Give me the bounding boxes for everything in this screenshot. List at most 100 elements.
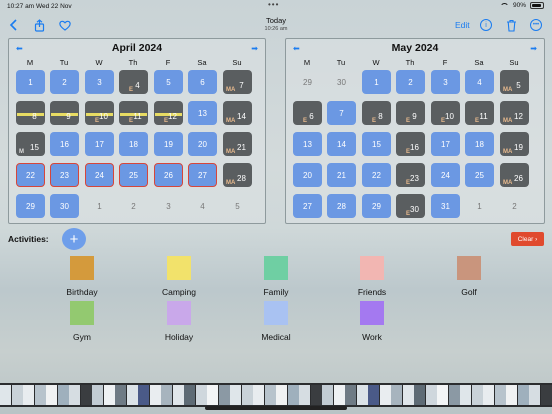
day-cell[interactable]: 5 MA [500, 70, 529, 94]
photo-thumbnail[interactable] [345, 385, 356, 405]
day-cell[interactable]: 14 [327, 132, 356, 156]
day-cell[interactable]: 18 [119, 132, 148, 156]
photo-thumbnail[interactable] [69, 385, 80, 405]
photo-thumbnail[interactable] [161, 385, 172, 405]
day-cell[interactable]: 20 [293, 163, 322, 187]
photo-thumbnail[interactable] [23, 385, 34, 405]
photo-thumbnail[interactable] [195, 385, 207, 405]
day-cell[interactable]: 3 [154, 194, 183, 218]
photo-thumbnail[interactable] [287, 385, 299, 405]
photo-thumbnail[interactable] [138, 385, 149, 405]
day-cell[interactable]: 16 E [396, 132, 425, 156]
day-cell[interactable]: 22 [16, 163, 45, 187]
photo-thumbnail[interactable] [80, 385, 92, 405]
photo-thumbnail[interactable] [448, 385, 460, 405]
photo-thumbnail[interactable] [34, 385, 46, 405]
day-cell[interactable]: 20 [188, 132, 217, 156]
activity-gym[interactable]: Gym [47, 301, 117, 342]
photo-thumbnail[interactable] [529, 385, 540, 405]
day-cell[interactable]: 30 [327, 70, 356, 94]
day-cell[interactable]: 28 MA [223, 163, 252, 187]
day-cell[interactable]: 11 E [465, 101, 494, 125]
trash-icon[interactable] [502, 16, 520, 34]
day-cell[interactable]: 11 E [119, 101, 148, 125]
photo-thumbnail[interactable] [494, 385, 506, 405]
photo-thumbnail[interactable] [184, 385, 195, 405]
photo-thumbnail[interactable] [356, 385, 368, 405]
day-cell[interactable]: 16 [50, 132, 79, 156]
activity-swatch[interactable] [360, 256, 384, 280]
day-cell[interactable]: 1 [362, 70, 391, 94]
day-cell[interactable]: 17 [431, 132, 460, 156]
home-indicator[interactable] [205, 406, 347, 410]
photo-thumbnail[interactable] [264, 385, 276, 405]
activity-swatch[interactable] [457, 256, 481, 280]
photo-thumbnail[interactable] [103, 385, 115, 405]
next-month-arrow-icon[interactable]: ➡ [251, 44, 258, 53]
photo-thumbnail[interactable] [333, 385, 345, 405]
edit-button[interactable]: Edit [455, 20, 470, 30]
photo-thumbnail[interactable] [517, 385, 529, 405]
day-cell[interactable]: 27 [188, 163, 217, 187]
day-cell[interactable]: 3 [85, 70, 114, 94]
photo-thumbnail[interactable] [471, 385, 483, 405]
day-cell[interactable]: 30 [50, 194, 79, 218]
photo-thumbnail-strip[interactable] [0, 383, 552, 407]
day-cell[interactable]: 21 MA [223, 132, 252, 156]
day-cell[interactable]: 28 [327, 194, 356, 218]
info-icon[interactable]: i [477, 16, 495, 34]
photo-thumbnail[interactable] [230, 385, 241, 405]
day-cell[interactable]: 4 [188, 194, 217, 218]
day-cell[interactable]: 13 [293, 132, 322, 156]
photo-thumbnail[interactable] [391, 385, 402, 405]
day-cell[interactable]: 27 [293, 194, 322, 218]
day-cell[interactable]: 2 [500, 194, 529, 218]
photo-thumbnail[interactable] [172, 385, 184, 405]
day-cell[interactable]: 6E [293, 101, 322, 125]
day-cell[interactable]: 29 [293, 70, 322, 94]
day-cell[interactable]: 19 [154, 132, 183, 156]
photo-thumbnail[interactable] [115, 385, 126, 405]
next-month-arrow-icon[interactable]: ➡ [530, 44, 537, 53]
multitasking-dots[interactable]: ••• [268, 0, 279, 9]
day-cell[interactable]: 25 [465, 163, 494, 187]
day-cell[interactable]: 2 [119, 194, 148, 218]
day-cell[interactable]: 10 E [431, 101, 460, 125]
day-cell[interactable]: 8 [16, 101, 45, 125]
day-cell[interactable]: 24 [85, 163, 114, 187]
photo-thumbnail[interactable] [299, 385, 310, 405]
photo-thumbnail[interactable] [425, 385, 437, 405]
day-cell[interactable]: 29 [16, 194, 45, 218]
photo-thumbnail[interactable] [207, 385, 218, 405]
photo-thumbnail[interactable] [414, 385, 425, 405]
day-cell[interactable]: 19 MA [500, 132, 529, 156]
day-cell[interactable]: 3 [431, 70, 460, 94]
activity-medical[interactable]: Medical [241, 301, 311, 342]
activity-birthday[interactable]: Birthday [47, 256, 117, 297]
activity-holiday[interactable]: Holiday [144, 301, 214, 342]
photo-thumbnail[interactable] [460, 385, 471, 405]
day-cell[interactable]: 5 [223, 194, 252, 218]
day-cell[interactable]: 15 M [16, 132, 45, 156]
day-cell[interactable]: 10 E [85, 101, 114, 125]
activity-swatch[interactable] [167, 301, 191, 325]
day-cell[interactable]: 2 [396, 70, 425, 94]
photo-thumbnail[interactable] [57, 385, 69, 405]
day-cell[interactable]: 2 [50, 70, 79, 94]
activity-family[interactable]: Family [241, 256, 311, 297]
activity-golf[interactable]: Golf [434, 256, 504, 297]
day-cell[interactable]: 8E [362, 101, 391, 125]
photo-thumbnail[interactable] [253, 385, 264, 405]
day-cell[interactable]: 31 [431, 194, 460, 218]
photo-thumbnail[interactable] [218, 385, 230, 405]
photo-thumbnail[interactable] [402, 385, 414, 405]
day-cell[interactable]: 7 [327, 101, 356, 125]
day-cell[interactable]: 26 MA [500, 163, 529, 187]
day-cell[interactable]: 13 [188, 101, 217, 125]
photo-thumbnail[interactable] [540, 385, 552, 405]
day-cell[interactable]: 23 E [396, 163, 425, 187]
day-cell[interactable]: 26 [154, 163, 183, 187]
photo-thumbnail[interactable] [310, 385, 322, 405]
day-cell[interactable]: 18 [465, 132, 494, 156]
day-cell[interactable]: 22 [362, 163, 391, 187]
